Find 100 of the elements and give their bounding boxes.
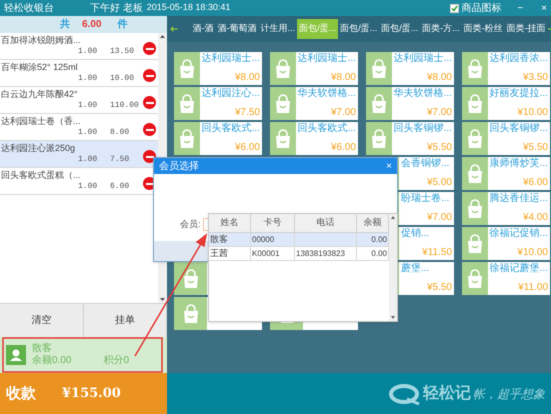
product-name: 回头客铜锣... — [394, 123, 452, 135]
item-quantity: 1.00 — [78, 127, 98, 139]
brand-slogan: 帐，超乎想象 — [473, 386, 545, 402]
product-name: 回头客铜锣... — [490, 123, 548, 135]
product-card[interactable]: 达利园注心... ¥7.50 — [174, 87, 262, 120]
total-prefix: 共 — [60, 18, 70, 32]
product-name: 达利园瑞士... — [202, 53, 260, 65]
remove-button[interactable] — [143, 96, 156, 109]
bag-icon — [466, 198, 484, 218]
table-row[interactable]: 王茜 K00001 13838193823 0.00 — [209, 247, 389, 261]
item-name: 百年糊涂52° 125ml — [1, 61, 78, 74]
product-price: ¥10.00 — [517, 247, 548, 259]
remove-button[interactable] — [143, 69, 156, 82]
table-cell: 散客 — [209, 233, 251, 246]
dialog-title: 会员选择 — [159, 160, 199, 174]
product-price: ¥11.50 — [422, 247, 452, 259]
product-name: 回头客欧式... — [202, 123, 260, 135]
cart-row[interactable]: 达利园瑞士卷（香... 1.00 8.00 — [0, 114, 158, 141]
product-card[interactable]: 回头客铜锣... ¥5.50 — [366, 122, 454, 155]
item-name: 达利园注心派250g — [1, 142, 76, 155]
product-name: 达利园香浓... — [490, 53, 548, 65]
product-name: 好丽友提拉... — [490, 88, 548, 100]
product-card[interactable]: 好丽友提拉... ¥10.00 — [462, 87, 550, 120]
product-card[interactable]: 华夫软饼格... ¥7.00 — [270, 87, 358, 120]
field-label: 会员: — [180, 218, 201, 230]
product-card[interactable]: 达利园瑞士... ¥8.00 — [270, 52, 358, 85]
product-name: 徐福记促销... — [490, 228, 548, 240]
greeting: 下午好 老板 — [90, 2, 143, 16]
bag-icon — [466, 234, 484, 254]
scrollbar[interactable] — [389, 214, 397, 321]
category-tab[interactable]: 面类-挂面 — [504, 19, 548, 39]
column-header[interactable]: 卡号 — [251, 214, 295, 232]
bag-icon — [370, 58, 388, 78]
scroll-down-icon[interactable] — [160, 298, 165, 301]
minimize-button[interactable]: − — [513, 0, 528, 16]
product-card[interactable]: 华夫软饼格... ¥7.00 — [366, 87, 454, 120]
cart-row[interactable]: 百加得冰锐朗姆酒... 1.00 13.50 — [0, 33, 158, 60]
product-name: 达利园瑞士... — [394, 53, 452, 65]
product-price: ¥10.00 — [517, 107, 548, 119]
scroll-up-icon[interactable] — [391, 216, 395, 219]
product-card[interactable]: 达利园香浓... ¥3.50 — [462, 52, 550, 85]
remove-button[interactable] — [143, 42, 156, 55]
product-price: ¥6.00 — [234, 142, 260, 154]
table-cell: 王茜 — [209, 247, 251, 260]
total-suffix: 件 — [117, 18, 128, 32]
close-button[interactable]: × — [386, 158, 392, 174]
cart-row[interactable]: 白云边九年陈酿42° 1.00 110.00 — [0, 87, 158, 114]
cart-row[interactable]: 达利园注心派250g 1.00 7.50 — [0, 141, 158, 168]
product-name: 回头客欧式... — [298, 123, 356, 135]
product-price: ¥5.50 — [522, 142, 548, 154]
category-tab[interactable]: 面类-粉丝 — [462, 19, 505, 39]
scroll-up-icon[interactable] — [160, 35, 165, 38]
product-price: ¥7.00 — [330, 107, 356, 119]
product-card[interactable]: 回头客欧式... ¥6.00 — [270, 122, 358, 155]
product-name: 蘑堡... — [401, 263, 430, 275]
category-tab[interactable]: 计生用... — [258, 19, 298, 39]
remove-button[interactable] — [143, 123, 156, 136]
column-header[interactable]: 电话 — [295, 214, 357, 232]
product-card[interactable]: 达利园瑞士... ¥8.00 — [366, 52, 454, 85]
bag-icon — [178, 94, 196, 114]
checkbox[interactable] — [450, 4, 460, 12]
product-card[interactable]: 康师傅炒芙... ¥6.00 — [462, 157, 550, 190]
bag-icon — [182, 268, 200, 288]
product-price: ¥5.00 — [426, 177, 452, 189]
item-quantity: 1.00 — [78, 73, 98, 85]
checkbox-label: 商品图标 — [461, 2, 502, 16]
product-name: 达利园注心... — [202, 88, 260, 100]
category-tab[interactable]: 面类-方... — [420, 19, 462, 39]
member-name: 散客 — [32, 343, 53, 354]
product-card[interactable]: 回头客铜锣... ¥5.50 — [462, 122, 550, 155]
category-tab[interactable]: 面包/蛋... — [297, 19, 338, 39]
product-card[interactable]: 回头客欧式... ¥6.00 — [174, 122, 262, 155]
bag-icon — [466, 94, 484, 114]
product-card[interactable]: 徐福记蘑堡... ¥11.00 — [462, 262, 550, 295]
bag-icon — [466, 58, 484, 78]
item-name: 白云边九年陈酿42° — [1, 88, 78, 101]
category-tab[interactable]: 酒-葡萄酒 — [216, 19, 259, 39]
category-tab[interactable]: 面包/蛋... — [338, 19, 380, 39]
close-button[interactable]: × — [539, 0, 547, 16]
table-row[interactable]: 散客 00000 0.00 — [209, 233, 389, 247]
user-icon — [6, 345, 26, 365]
product-name: 盼瑞士卷... — [401, 193, 450, 205]
category-tab[interactable]: 酒-酒 — [190, 19, 216, 39]
product-card[interactable]: 腾达香佳运... ¥4.00 — [462, 192, 550, 225]
scroll-down-icon[interactable] — [391, 316, 395, 319]
category-tab[interactable]: 面包/蛋... — [379, 19, 420, 39]
product-card[interactable]: 徐福记促销... ¥10.00 — [462, 227, 550, 260]
product-name: 达利园瑞士... — [298, 53, 356, 65]
column-header[interactable]: 姓名 — [209, 214, 251, 232]
product-price: ¥8.00 — [234, 72, 260, 84]
product-price: ¥7.00 — [426, 212, 452, 224]
cart-row[interactable]: 百年糊涂52° 125ml 1.00 10.00 — [0, 60, 158, 87]
item-name: 达利园瑞士卷（香... — [1, 115, 81, 128]
item-amount: 8.00 — [110, 127, 130, 139]
app-title: 轻松收银台 — [4, 2, 55, 16]
bag-icon — [466, 164, 484, 184]
product-card[interactable]: 达利园瑞士... ¥8.00 — [174, 52, 262, 85]
checkout-button[interactable]: 收款 ¥155.00 — [0, 373, 167, 414]
brand-name: 轻松记 — [423, 384, 471, 404]
arrow-left-icon[interactable] — [170, 24, 178, 34]
